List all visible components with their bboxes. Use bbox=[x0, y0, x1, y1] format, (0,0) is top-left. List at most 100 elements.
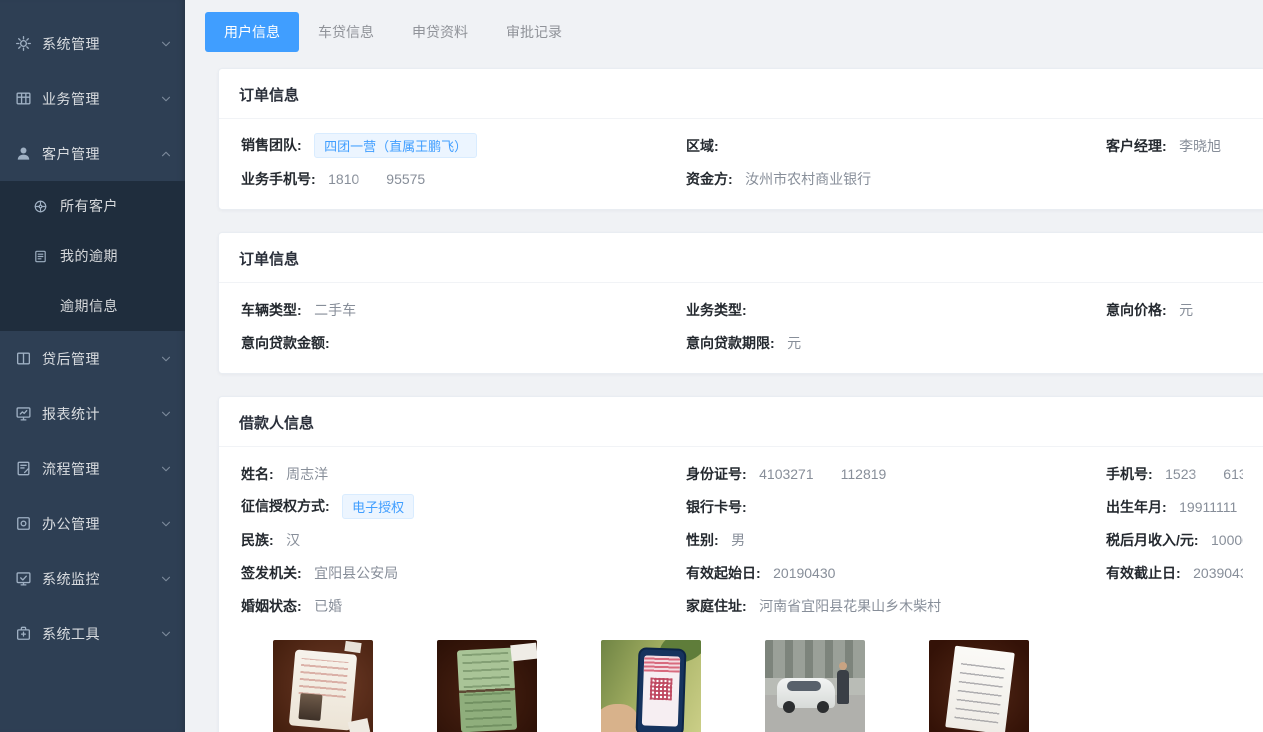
tab-user-info[interactable]: 用户信息 bbox=[205, 12, 299, 52]
field-label: 征信授权方式: bbox=[241, 498, 330, 514]
field-label: 家庭住址: bbox=[686, 598, 747, 614]
field-funder: 资金方: 汝州市农村商业银行 bbox=[686, 169, 1106, 189]
field-issuing-authority: 签发机关: 宜阳县公安局 bbox=[241, 563, 686, 583]
borrower-info-card: 借款人信息 姓名: 周志洋 身份证号: 4103271112819 手机号: 1… bbox=[218, 396, 1263, 732]
toolbox-icon bbox=[15, 625, 32, 642]
field-label: 出生年月: bbox=[1106, 499, 1167, 515]
field-account-manager: 客户经理: 李晓旭 bbox=[1106, 136, 1243, 156]
field-label: 税后月收入/元: bbox=[1106, 532, 1199, 548]
person-car-photo[interactable] bbox=[765, 640, 865, 732]
chevron-down-icon bbox=[159, 92, 173, 106]
chevron-down-icon bbox=[159, 572, 173, 586]
drivers-license-photo[interactable] bbox=[437, 640, 537, 732]
photo-item: 补充材料 bbox=[929, 640, 1029, 732]
field-value: 汉 bbox=[286, 532, 300, 548]
sidebar-item-label: 流程管理 bbox=[42, 459, 159, 479]
sidebar-item-my-overdue[interactable]: 我的逾期 bbox=[0, 231, 185, 281]
field-label: 有效截止日: bbox=[1106, 565, 1181, 581]
chevron-down-icon bbox=[159, 462, 173, 476]
workflow-icon bbox=[15, 460, 32, 477]
gear-icon bbox=[15, 35, 32, 52]
chevron-up-icon bbox=[159, 147, 173, 161]
sidebar-item-label: 客户管理 bbox=[42, 144, 159, 164]
field-valid-from: 有效起始日: 20190430 bbox=[686, 563, 1106, 583]
field-value: 181095575 bbox=[328, 171, 425, 187]
sidebar-item-label: 办公管理 bbox=[42, 514, 159, 534]
field-credit-auth: 征信授权方式: 电子授权 bbox=[241, 494, 686, 519]
field-address: 家庭住址: 河南省宜阳县花果山乡木柴村 bbox=[686, 596, 1106, 616]
field-birth: 出生年月: 19911111 bbox=[1106, 497, 1243, 517]
sidebar-item-label: 所有客户 bbox=[60, 196, 173, 216]
sidebar-item-business-management[interactable]: 业务管理 bbox=[0, 71, 185, 126]
notebook-icon bbox=[33, 249, 48, 264]
field-label: 意向价格: bbox=[1106, 302, 1167, 318]
chevron-down-icon bbox=[159, 352, 173, 366]
chevron-down-icon bbox=[159, 37, 173, 51]
chevron-down-icon bbox=[159, 407, 173, 421]
sidebar-item-system-management[interactable]: 系统管理 bbox=[0, 16, 185, 71]
field-value: 已婚 bbox=[314, 598, 342, 614]
field-label: 身份证号: bbox=[686, 466, 747, 482]
tab-approval-records[interactable]: 审批记录 bbox=[487, 12, 581, 52]
photo-item: 授权码2 bbox=[601, 640, 701, 732]
field-value: 汝州市农村商业银行 bbox=[745, 171, 871, 187]
tab-loan-application-materials[interactable]: 申贷资料 bbox=[393, 12, 487, 52]
sidebar-item-label: 系统监控 bbox=[42, 569, 159, 589]
field-label: 有效起始日: bbox=[686, 565, 761, 581]
card-title: 订单信息 bbox=[219, 69, 1263, 119]
auth-qr-photo[interactable] bbox=[601, 640, 701, 732]
field-marital: 婚姻状态: 已婚 bbox=[241, 596, 686, 616]
sidebar-item-all-customers[interactable]: 所有客户 bbox=[0, 181, 185, 231]
field-label: 意向贷款金额: bbox=[241, 335, 330, 351]
field-gender: 性别: 男 bbox=[686, 530, 1106, 550]
field-label: 销售团队: bbox=[241, 137, 302, 153]
office-icon bbox=[15, 515, 32, 532]
field-label: 意向贷款期限: bbox=[686, 335, 775, 351]
id-card-photo[interactable] bbox=[273, 640, 373, 732]
field-label: 手机号: bbox=[1106, 466, 1153, 482]
field-sales-team: 销售团队: 四团一营（直属王鹏飞） bbox=[241, 133, 686, 158]
tab-car-loan-info[interactable]: 车贷信息 bbox=[299, 12, 393, 52]
sales-team-tag[interactable]: 四团一营（直属王鹏飞） bbox=[314, 133, 477, 158]
field-vehicle-type: 车辆类型: 二手车 bbox=[241, 300, 686, 320]
sidebar-item-system-monitoring[interactable]: 系统监控 bbox=[0, 551, 185, 606]
field-label: 签发机关: bbox=[241, 565, 302, 581]
field-value: 李晓旭 bbox=[1179, 138, 1221, 154]
sidebar-item-overdue-info[interactable]: 逾期信息 bbox=[0, 281, 185, 331]
field-value: 元 bbox=[787, 335, 801, 351]
field-label: 姓名: bbox=[241, 466, 274, 482]
sidebar-item-report-statistics[interactable]: 报表统计 bbox=[0, 386, 185, 441]
field-label: 婚姻状态: bbox=[241, 598, 302, 614]
credit-auth-tag[interactable]: 电子授权 bbox=[342, 494, 414, 519]
sidebar: 系统管理 业务管理 客户管理 所有客户 我的逾期 逾期信息 bbox=[0, 0, 185, 732]
field-value: 男 bbox=[731, 532, 745, 548]
field-label: 性别: bbox=[686, 532, 719, 548]
sidebar-item-label: 系统工具 bbox=[42, 624, 159, 644]
sidebar-item-office-management[interactable]: 办公管理 bbox=[0, 496, 185, 551]
order-info-card-2: 订单信息 车辆类型: 二手车 业务类型: 意向价格: 元 意向贷款金额: bbox=[218, 232, 1263, 374]
extra-material-photo[interactable] bbox=[929, 640, 1029, 732]
field-label: 业务类型: bbox=[686, 302, 747, 318]
customer-management-submenu: 所有客户 我的逾期 逾期信息 bbox=[0, 181, 185, 331]
document-photos: 个人照 驾驶证照片 授权码2 bbox=[241, 640, 1243, 732]
sidebar-item-label: 业务管理 bbox=[42, 89, 159, 109]
censored-digits bbox=[814, 469, 841, 481]
field-ethnicity: 民族: 汉 bbox=[241, 530, 686, 550]
order-info-card-1: 订单信息 销售团队: 四团一营（直属王鹏飞） 区域: 客户经理: 李晓旭 业务手 bbox=[218, 68, 1263, 210]
card-title: 借款人信息 bbox=[219, 397, 1263, 447]
detail-tabs: 用户信息 车贷信息 申贷资料 审批记录 bbox=[205, 12, 1263, 52]
field-value: 二手车 bbox=[314, 302, 356, 318]
field-intent-price: 意向价格: 元 bbox=[1106, 300, 1243, 320]
field-value: 宜阳县公安局 bbox=[314, 565, 398, 581]
field-label: 业务手机号: bbox=[241, 171, 316, 187]
sidebar-item-postloan-management[interactable]: 贷后管理 bbox=[0, 331, 185, 386]
sidebar-item-customer-management[interactable]: 客户管理 bbox=[0, 126, 185, 181]
sidebar-item-label: 贷后管理 bbox=[42, 349, 159, 369]
field-value: 4103271112819 bbox=[759, 466, 886, 482]
sidebar-item-system-tools[interactable]: 系统工具 bbox=[0, 606, 185, 661]
user-icon bbox=[15, 145, 32, 162]
field-label: 区域: bbox=[686, 138, 719, 154]
chevron-down-icon bbox=[159, 627, 173, 641]
grid-icon bbox=[15, 90, 32, 107]
sidebar-item-process-management[interactable]: 流程管理 bbox=[0, 441, 185, 496]
